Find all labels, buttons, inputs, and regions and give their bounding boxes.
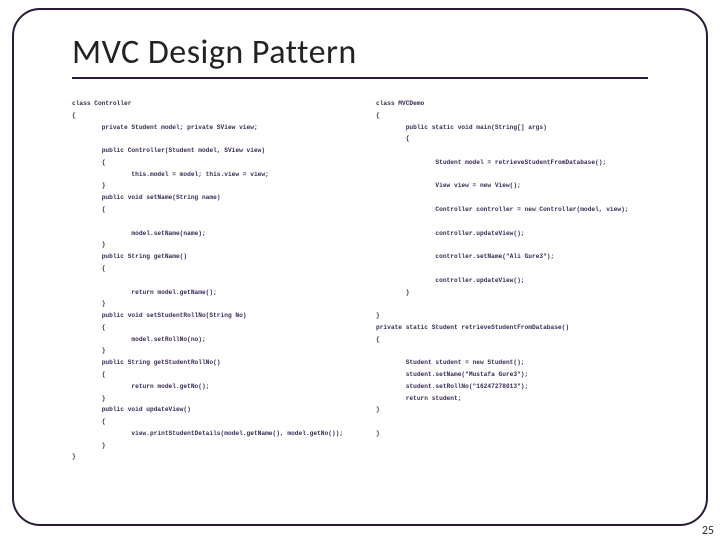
slide-title: MVC Design Pattern bbox=[72, 32, 648, 75]
title-underline bbox=[72, 77, 648, 79]
slide-frame: MVC Design Pattern class Controller { pr… bbox=[12, 8, 708, 526]
code-content: class Controller { private Student model… bbox=[72, 98, 672, 500]
code-column-right: class MVCDemo { public static void main(… bbox=[376, 98, 672, 500]
title-block: MVC Design Pattern bbox=[72, 32, 648, 79]
page-number: 25 bbox=[702, 524, 714, 538]
code-column-left: class Controller { private Student model… bbox=[72, 98, 368, 500]
